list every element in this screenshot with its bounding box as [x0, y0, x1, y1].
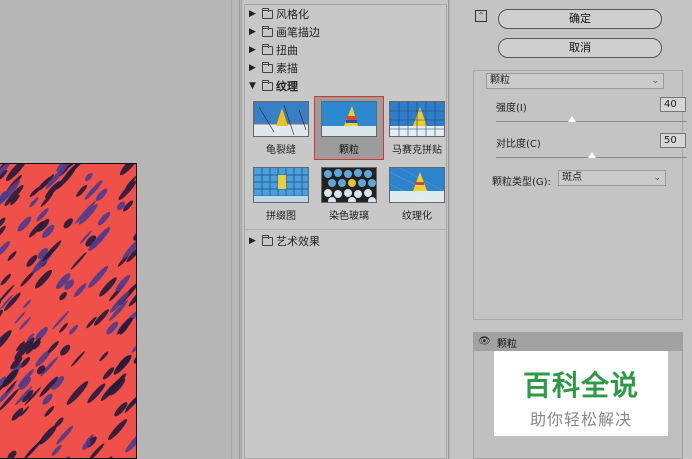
- effect-layers: 👁 颗粒 百科全说 助你轻松解决: [473, 332, 683, 459]
- category-label: 风格化: [276, 8, 309, 21]
- contrast-input[interactable]: 50: [660, 133, 686, 148]
- filter-thumb-label: 龟裂缝: [266, 145, 296, 156]
- category-label: 艺术效果: [276, 235, 320, 248]
- filter-thumb-label: 拼缀图: [266, 211, 296, 222]
- filter-thumb-label: 颗粒: [339, 145, 359, 156]
- chevron-down-icon: ⌄: [653, 173, 661, 183]
- category-item-bottom-0[interactable]: ▶ 艺术效果: [245, 232, 446, 250]
- chevron-down-icon: ⌄: [651, 76, 659, 86]
- intensity-input[interactable]: 40: [660, 97, 686, 112]
- effect-layer-row[interactable]: 👁 颗粒: [474, 333, 682, 351]
- category-label: 素描: [276, 62, 298, 75]
- filter-preview-image: [321, 167, 377, 203]
- eye-icon[interactable]: 👁: [478, 336, 491, 348]
- folder-icon: [262, 234, 273, 246]
- watermark-title: 百科全说: [522, 369, 639, 402]
- filter-thumb-label: 马赛克拼贴: [392, 145, 442, 156]
- filter-thumb-3[interactable]: 拼缀图: [247, 163, 315, 225]
- filter-preview-image: [389, 167, 445, 203]
- expand-arrow-icon: ▶: [249, 9, 256, 19]
- filter-select[interactable]: 颗粒 ⌄: [486, 73, 664, 89]
- filter-preview-image: [253, 101, 309, 137]
- ok-button[interactable]: 确定: [498, 9, 662, 29]
- filter-select-value: 颗粒: [490, 75, 510, 86]
- filter-gallery: ▶ 风格化 ▶ 画笔描边 ▶ 扭曲 ▶ 素描 ▼ 纹理 龟裂缝 颗粒 马赛克拼贴拼缀图 染色玻璃 纹理…: [241, 0, 449, 459]
- expand-arrow-icon: ▶: [249, 45, 256, 55]
- filter-thumb-2[interactable]: 马赛克拼贴: [383, 97, 451, 159]
- grain-type-value: 斑点: [562, 172, 582, 183]
- texture-thumbnails: 龟裂缝 颗粒 马赛克拼贴拼缀图 染色玻璃 纹理化: [245, 95, 446, 230]
- expand-arrow-icon: ▶: [249, 236, 256, 246]
- category-item-0[interactable]: ▶ 风格化: [245, 5, 446, 23]
- filter-list: ▶ 风格化 ▶ 画笔描边 ▶ 扭曲 ▶ 素描 ▼ 纹理 龟裂缝 颗粒 马赛克拼贴拼缀图 染色玻璃 纹理…: [244, 4, 447, 459]
- preview-panel: [0, 0, 232, 459]
- filter-thumb-1[interactable]: 颗粒: [314, 96, 384, 160]
- folder-icon: [262, 43, 273, 55]
- category-item-2[interactable]: ▶ 扭曲: [245, 41, 446, 59]
- grain-type-select[interactable]: 斑点 ⌄: [558, 170, 666, 186]
- filter-preview-image: [253, 167, 309, 203]
- expand-arrow-icon: ▶: [249, 63, 256, 73]
- preview-area: [0, 0, 240, 459]
- watermark-logo: 百科全说 助你轻松解决: [494, 351, 668, 436]
- folder-icon: [262, 25, 273, 37]
- expand-arrow-icon: ▶: [249, 27, 256, 37]
- collapse-icon[interactable]: ⌃: [475, 10, 487, 22]
- folder-icon: [262, 7, 273, 19]
- folder-open-icon: [262, 79, 273, 91]
- filter-thumb-label: 纹理化: [402, 211, 432, 222]
- watermark-subtitle: 助你轻松解决: [529, 410, 632, 429]
- filter-preview-image: [389, 101, 445, 137]
- layer-name: 颗粒: [497, 339, 517, 350]
- category-item-1[interactable]: ▶ 画笔描边: [245, 23, 446, 41]
- category-label: 纹理: [276, 80, 298, 93]
- category-texture[interactable]: ▼ 纹理: [245, 77, 446, 95]
- grain-type-label: 颗粒类型(G):: [492, 177, 551, 188]
- filter-thumb-4[interactable]: 染色玻璃: [315, 163, 383, 225]
- options-panel: ⌃ 确定 取消 颗粒 ⌄ 强度(I) 40 对比度(C) 50 颗粒类型(G):…: [450, 0, 692, 459]
- preview-canvas[interactable]: [0, 163, 137, 459]
- intensity-slider[interactable]: [496, 121, 687, 122]
- intensity-label: 强度(I): [496, 103, 527, 114]
- category-label: 画笔描边: [276, 26, 320, 39]
- filter-preview-image: [321, 101, 377, 137]
- filter-thumb-0[interactable]: 龟裂缝: [247, 97, 315, 159]
- cancel-button[interactable]: 取消: [498, 38, 662, 58]
- category-label: 扭曲: [276, 44, 298, 57]
- contrast-slider-handle[interactable]: [587, 152, 596, 158]
- filter-thumb-label: 染色玻璃: [329, 211, 369, 222]
- contrast-label: 对比度(C): [496, 139, 541, 150]
- filter-thumb-5[interactable]: 纹理化: [383, 163, 451, 225]
- intensity-slider-handle[interactable]: [568, 116, 577, 122]
- folder-icon: [262, 61, 273, 73]
- grain-texture-image: [0, 164, 136, 458]
- expand-arrow-icon: ▼: [249, 81, 256, 91]
- category-item-3[interactable]: ▶ 素描: [245, 59, 446, 77]
- filter-options: 颗粒 ⌄ 强度(I) 40 对比度(C) 50 颗粒类型(G): 斑点 ⌄: [473, 70, 687, 320]
